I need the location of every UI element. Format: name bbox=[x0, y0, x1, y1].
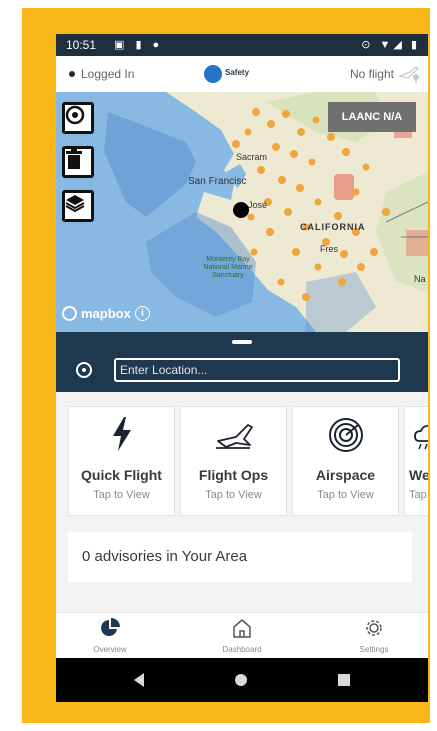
back-icon[interactable] bbox=[134, 673, 144, 687]
gear-icon bbox=[366, 620, 382, 636]
map-label-california: CALIFORNIA bbox=[300, 222, 366, 232]
card-subtitle: Tap to View bbox=[93, 489, 150, 501]
system-status-icons: ⊙ ▼◢ ▮ bbox=[361, 39, 420, 51]
nav-dashboard[interactable]: Dashboard bbox=[202, 617, 282, 657]
flight-status: No flight bbox=[349, 67, 394, 81]
delete-button[interactable] bbox=[62, 146, 94, 178]
card-airspace[interactable]: Airspace Tap to View bbox=[292, 406, 399, 516]
phone-screen: 10:51 ▣ ▮ ● ⊙ ▼◢ ▮ Logged In Safety No f… bbox=[56, 34, 428, 702]
app-header: Logged In Safety No flight bbox=[56, 56, 428, 92]
login-status: Logged In bbox=[81, 67, 135, 81]
feature-cards: Quick Flight Tap to View Flight Ops Tap … bbox=[68, 406, 428, 516]
layers-icon bbox=[65, 195, 85, 213]
location-input[interactable] bbox=[114, 358, 400, 382]
radar-icon bbox=[328, 418, 363, 452]
nav-settings[interactable]: Settings bbox=[334, 617, 414, 657]
home-circle-icon[interactable] bbox=[235, 674, 247, 686]
layers-button[interactable] bbox=[62, 190, 94, 222]
map-label-sacramento: Sacram bbox=[236, 152, 268, 162]
advisories-text: 0 advisories in Your Area bbox=[82, 548, 248, 565]
lightning-icon bbox=[112, 417, 131, 451]
location-bar bbox=[56, 332, 428, 392]
mapbox-attribution: mapbox i bbox=[62, 306, 150, 321]
card-flight-ops[interactable]: Flight Ops Tap to View bbox=[180, 406, 287, 516]
map-label-san-jose: José bbox=[248, 200, 268, 210]
card-title: Airspace bbox=[315, 467, 376, 483]
mapbox-logo-icon bbox=[62, 306, 77, 321]
status-bar: 10:51 ▣ ▮ ● ⊙ ▼◢ ▮ bbox=[56, 34, 428, 56]
system-nav-bar bbox=[56, 658, 428, 702]
bottom-nav: Overview Dashboard Settings bbox=[56, 612, 428, 658]
airspace-map[interactable]: Sacram San Francisc José CALIFORNIA Fres… bbox=[56, 92, 428, 332]
notification-icons: ▣ ▮ ● bbox=[114, 39, 164, 51]
flight-status-icon bbox=[398, 66, 419, 83]
card-subtitle: Tap to Vi bbox=[409, 489, 428, 501]
nav-label: Dashboard bbox=[222, 645, 262, 654]
card-quick-flight[interactable]: Quick Flight Tap to View bbox=[68, 406, 175, 516]
login-status-dot bbox=[69, 71, 75, 77]
locate-button[interactable] bbox=[62, 102, 94, 134]
map-label-san-francisco: San Francisc bbox=[188, 176, 247, 187]
nav-overview[interactable]: Overview bbox=[70, 617, 150, 657]
trash-icon bbox=[66, 149, 82, 169]
laanc-button[interactable]: LAANC N/A bbox=[328, 102, 416, 132]
map-label-fresno: Fres bbox=[320, 244, 338, 254]
drag-handle[interactable] bbox=[232, 340, 252, 344]
card-title: Flight Ops bbox=[198, 467, 269, 483]
map-label-monterey: Monterey Bay National Marine Sanctuary bbox=[203, 256, 253, 279]
weather-icon bbox=[414, 424, 428, 450]
status-time: 10:51 bbox=[66, 38, 97, 52]
card-title: Weath bbox=[409, 467, 428, 483]
pie-chart-icon bbox=[101, 618, 120, 636]
mapbox-label: mapbox bbox=[81, 306, 131, 321]
card-subtitle: Tap to View bbox=[205, 489, 262, 501]
system-nav-icons bbox=[134, 673, 350, 687]
recents-icon[interactable] bbox=[338, 674, 350, 686]
card-subtitle: Tap to View bbox=[317, 489, 374, 501]
target-icon bbox=[65, 105, 85, 125]
card-weather[interactable]: Weath Tap to Vi bbox=[404, 406, 428, 516]
nav-label: Settings bbox=[359, 645, 389, 654]
advisories-panel[interactable]: 0 advisories in Your Area bbox=[68, 532, 412, 582]
app-logo: Safety bbox=[204, 65, 294, 83]
card-title: Quick Flight bbox=[81, 467, 162, 483]
plane-icon bbox=[215, 424, 253, 449]
info-icon[interactable]: i bbox=[134, 306, 150, 321]
current-location-icon[interactable] bbox=[76, 362, 92, 378]
map-label-na: Na bbox=[414, 274, 426, 284]
nav-label: Overview bbox=[93, 645, 127, 654]
home-icon bbox=[233, 619, 251, 638]
logo-icon bbox=[204, 65, 222, 83]
logo-text: Safety bbox=[225, 68, 250, 77]
